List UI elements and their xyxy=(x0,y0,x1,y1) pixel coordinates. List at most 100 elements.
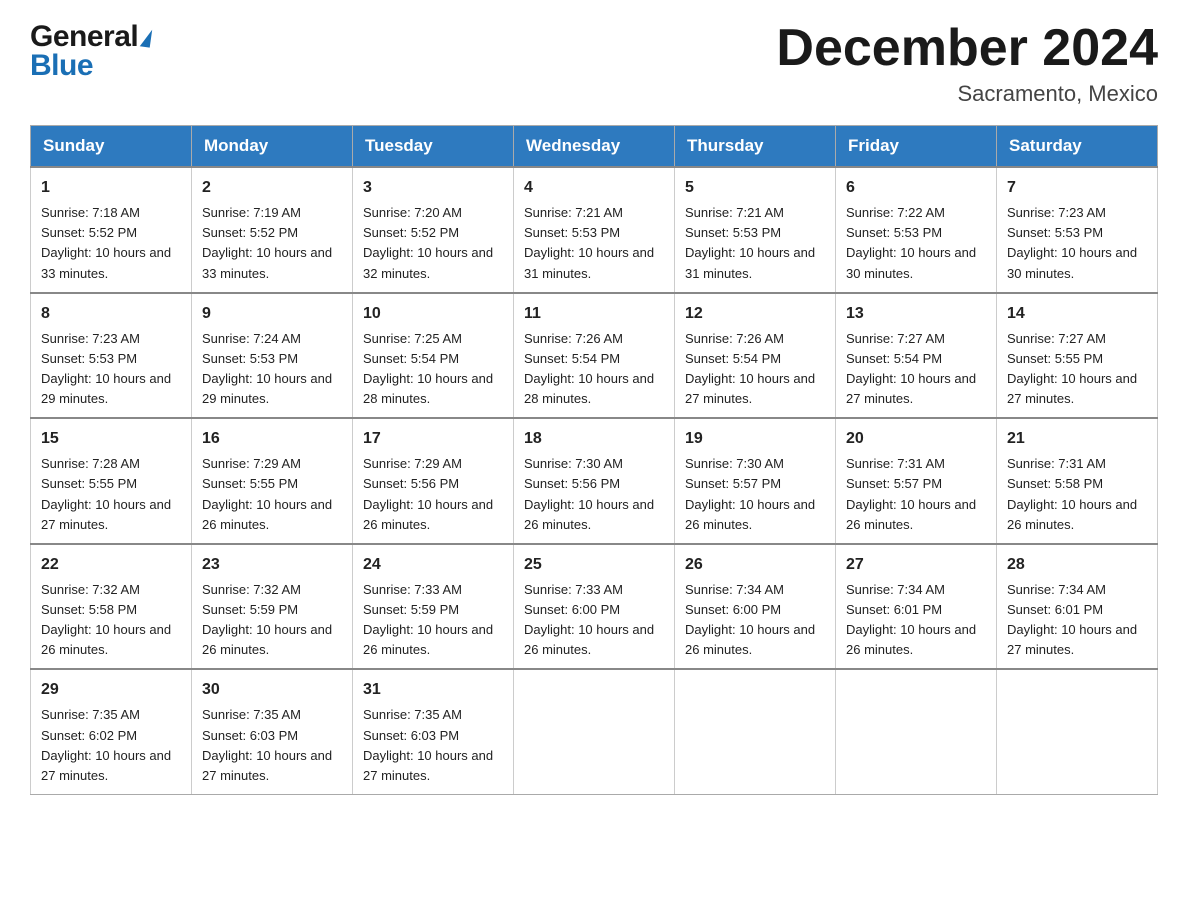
calendar-week-row: 29 Sunrise: 7:35 AMSunset: 6:02 PMDaylig… xyxy=(31,669,1158,794)
table-row: 14 Sunrise: 7:27 AMSunset: 5:55 PMDaylig… xyxy=(997,293,1158,419)
day-info: Sunrise: 7:34 AMSunset: 6:00 PMDaylight:… xyxy=(685,582,815,657)
day-info: Sunrise: 7:31 AMSunset: 5:58 PMDaylight:… xyxy=(1007,456,1137,531)
calendar-week-row: 1 Sunrise: 7:18 AMSunset: 5:52 PMDayligh… xyxy=(31,167,1158,293)
table-row: 16 Sunrise: 7:29 AMSunset: 5:55 PMDaylig… xyxy=(192,418,353,544)
table-row: 3 Sunrise: 7:20 AMSunset: 5:52 PMDayligh… xyxy=(353,167,514,293)
day-info: Sunrise: 7:23 AMSunset: 5:53 PMDaylight:… xyxy=(1007,205,1137,280)
header-monday: Monday xyxy=(192,126,353,168)
table-row xyxy=(675,669,836,794)
day-number: 30 xyxy=(202,678,342,702)
location: Sacramento, Mexico xyxy=(776,81,1158,107)
day-number: 18 xyxy=(524,427,664,451)
day-info: Sunrise: 7:24 AMSunset: 5:53 PMDaylight:… xyxy=(202,331,332,406)
table-row: 24 Sunrise: 7:33 AMSunset: 5:59 PMDaylig… xyxy=(353,544,514,670)
day-info: Sunrise: 7:35 AMSunset: 6:03 PMDaylight:… xyxy=(363,707,493,782)
day-number: 23 xyxy=(202,553,342,577)
table-row: 20 Sunrise: 7:31 AMSunset: 5:57 PMDaylig… xyxy=(836,418,997,544)
table-row xyxy=(997,669,1158,794)
day-info: Sunrise: 7:35 AMSunset: 6:03 PMDaylight:… xyxy=(202,707,332,782)
day-number: 5 xyxy=(685,176,825,200)
day-info: Sunrise: 7:31 AMSunset: 5:57 PMDaylight:… xyxy=(846,456,976,531)
header-wednesday: Wednesday xyxy=(514,126,675,168)
day-number: 3 xyxy=(363,176,503,200)
day-info: Sunrise: 7:30 AMSunset: 5:56 PMDaylight:… xyxy=(524,456,654,531)
day-number: 13 xyxy=(846,302,986,326)
day-info: Sunrise: 7:22 AMSunset: 5:53 PMDaylight:… xyxy=(846,205,976,280)
logo: General Blue xyxy=(30,20,151,82)
day-info: Sunrise: 7:32 AMSunset: 5:58 PMDaylight:… xyxy=(41,582,171,657)
table-row: 28 Sunrise: 7:34 AMSunset: 6:01 PMDaylig… xyxy=(997,544,1158,670)
calendar-header-row: Sunday Monday Tuesday Wednesday Thursday… xyxy=(31,126,1158,168)
table-row: 12 Sunrise: 7:26 AMSunset: 5:54 PMDaylig… xyxy=(675,293,836,419)
page-header: General Blue December 2024 Sacramento, M… xyxy=(30,20,1158,107)
day-number: 19 xyxy=(685,427,825,451)
day-info: Sunrise: 7:18 AMSunset: 5:52 PMDaylight:… xyxy=(41,205,171,280)
day-info: Sunrise: 7:19 AMSunset: 5:52 PMDaylight:… xyxy=(202,205,332,280)
day-info: Sunrise: 7:23 AMSunset: 5:53 PMDaylight:… xyxy=(41,331,171,406)
day-number: 9 xyxy=(202,302,342,326)
day-number: 17 xyxy=(363,427,503,451)
day-number: 4 xyxy=(524,176,664,200)
table-row: 31 Sunrise: 7:35 AMSunset: 6:03 PMDaylig… xyxy=(353,669,514,794)
day-number: 1 xyxy=(41,176,181,200)
table-row: 17 Sunrise: 7:29 AMSunset: 5:56 PMDaylig… xyxy=(353,418,514,544)
table-row: 29 Sunrise: 7:35 AMSunset: 6:02 PMDaylig… xyxy=(31,669,192,794)
logo-blue: Blue xyxy=(30,49,151,82)
table-row: 13 Sunrise: 7:27 AMSunset: 5:54 PMDaylig… xyxy=(836,293,997,419)
table-row: 22 Sunrise: 7:32 AMSunset: 5:58 PMDaylig… xyxy=(31,544,192,670)
day-info: Sunrise: 7:32 AMSunset: 5:59 PMDaylight:… xyxy=(202,582,332,657)
calendar-week-row: 22 Sunrise: 7:32 AMSunset: 5:58 PMDaylig… xyxy=(31,544,1158,670)
day-number: 22 xyxy=(41,553,181,577)
header-thursday: Thursday xyxy=(675,126,836,168)
table-row: 8 Sunrise: 7:23 AMSunset: 5:53 PMDayligh… xyxy=(31,293,192,419)
month-title: December 2024 xyxy=(776,20,1158,77)
day-number: 20 xyxy=(846,427,986,451)
day-number: 6 xyxy=(846,176,986,200)
day-info: Sunrise: 7:29 AMSunset: 5:56 PMDaylight:… xyxy=(363,456,493,531)
day-info: Sunrise: 7:33 AMSunset: 5:59 PMDaylight:… xyxy=(363,582,493,657)
table-row: 19 Sunrise: 7:30 AMSunset: 5:57 PMDaylig… xyxy=(675,418,836,544)
day-info: Sunrise: 7:26 AMSunset: 5:54 PMDaylight:… xyxy=(685,331,815,406)
day-info: Sunrise: 7:28 AMSunset: 5:55 PMDaylight:… xyxy=(41,456,171,531)
table-row: 7 Sunrise: 7:23 AMSunset: 5:53 PMDayligh… xyxy=(997,167,1158,293)
table-row: 6 Sunrise: 7:22 AMSunset: 5:53 PMDayligh… xyxy=(836,167,997,293)
day-number: 21 xyxy=(1007,427,1147,451)
table-row: 25 Sunrise: 7:33 AMSunset: 6:00 PMDaylig… xyxy=(514,544,675,670)
day-info: Sunrise: 7:33 AMSunset: 6:00 PMDaylight:… xyxy=(524,582,654,657)
day-number: 16 xyxy=(202,427,342,451)
day-info: Sunrise: 7:21 AMSunset: 5:53 PMDaylight:… xyxy=(685,205,815,280)
calendar-week-row: 8 Sunrise: 7:23 AMSunset: 5:53 PMDayligh… xyxy=(31,293,1158,419)
table-row: 5 Sunrise: 7:21 AMSunset: 5:53 PMDayligh… xyxy=(675,167,836,293)
day-info: Sunrise: 7:35 AMSunset: 6:02 PMDaylight:… xyxy=(41,707,171,782)
day-number: 31 xyxy=(363,678,503,702)
header-saturday: Saturday xyxy=(997,126,1158,168)
day-number: 10 xyxy=(363,302,503,326)
day-number: 25 xyxy=(524,553,664,577)
day-info: Sunrise: 7:27 AMSunset: 5:54 PMDaylight:… xyxy=(846,331,976,406)
day-number: 27 xyxy=(846,553,986,577)
day-info: Sunrise: 7:34 AMSunset: 6:01 PMDaylight:… xyxy=(846,582,976,657)
table-row: 26 Sunrise: 7:34 AMSunset: 6:00 PMDaylig… xyxy=(675,544,836,670)
table-row: 11 Sunrise: 7:26 AMSunset: 5:54 PMDaylig… xyxy=(514,293,675,419)
day-number: 7 xyxy=(1007,176,1147,200)
day-number: 24 xyxy=(363,553,503,577)
day-info: Sunrise: 7:26 AMSunset: 5:54 PMDaylight:… xyxy=(524,331,654,406)
header-sunday: Sunday xyxy=(31,126,192,168)
table-row: 15 Sunrise: 7:28 AMSunset: 5:55 PMDaylig… xyxy=(31,418,192,544)
day-number: 15 xyxy=(41,427,181,451)
day-number: 11 xyxy=(524,302,664,326)
calendar-table: Sunday Monday Tuesday Wednesday Thursday… xyxy=(30,125,1158,795)
day-number: 14 xyxy=(1007,302,1147,326)
day-number: 29 xyxy=(41,678,181,702)
table-row xyxy=(514,669,675,794)
day-number: 12 xyxy=(685,302,825,326)
header-tuesday: Tuesday xyxy=(353,126,514,168)
table-row: 2 Sunrise: 7:19 AMSunset: 5:52 PMDayligh… xyxy=(192,167,353,293)
table-row: 1 Sunrise: 7:18 AMSunset: 5:52 PMDayligh… xyxy=(31,167,192,293)
table-row: 23 Sunrise: 7:32 AMSunset: 5:59 PMDaylig… xyxy=(192,544,353,670)
day-info: Sunrise: 7:27 AMSunset: 5:55 PMDaylight:… xyxy=(1007,331,1137,406)
title-block: December 2024 Sacramento, Mexico xyxy=(776,20,1158,107)
table-row: 27 Sunrise: 7:34 AMSunset: 6:01 PMDaylig… xyxy=(836,544,997,670)
day-info: Sunrise: 7:21 AMSunset: 5:53 PMDaylight:… xyxy=(524,205,654,280)
day-info: Sunrise: 7:30 AMSunset: 5:57 PMDaylight:… xyxy=(685,456,815,531)
